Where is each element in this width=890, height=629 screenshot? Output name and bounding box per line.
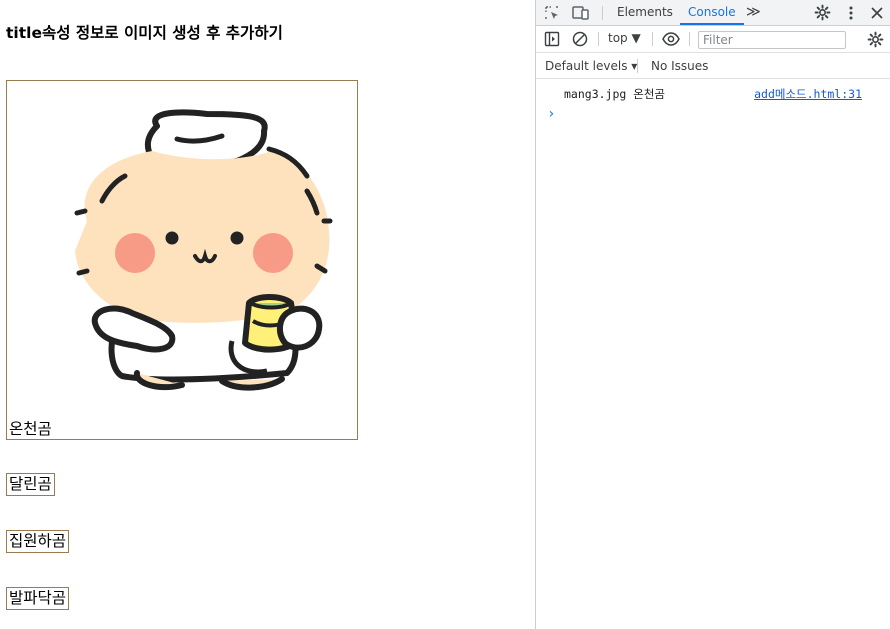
device-toggle-icon[interactable] — [572, 5, 589, 21]
levels-separator — [637, 59, 638, 73]
devtools-tabbar: Elements Console ≫ — [536, 0, 890, 26]
bear-illustration — [74, 109, 333, 391]
clear-console-icon[interactable] — [572, 31, 588, 47]
console-levels-bar: Default levels ▾ No Issues — [536, 53, 890, 79]
kebab-menu-icon[interactable] — [843, 5, 859, 21]
console-toolbar: top ▼ — [536, 26, 890, 53]
page-viewport: title속성 정보로 이미지 생성 후 추가하기 온천곰 달린곰 집원하곰 발… — [0, 0, 535, 629]
page-heading: title속성 정보로 이미지 생성 후 추가하기 — [6, 24, 283, 42]
bear-name-box-3: 발파닥곰 — [6, 587, 70, 610]
image-alt-caption: 온천곰 — [9, 420, 52, 438]
sidebar-toggle-icon[interactable] — [544, 31, 560, 47]
tab-elements[interactable]: Elements — [617, 0, 673, 25]
issues-indicator[interactable]: No Issues — [651, 59, 708, 73]
console-settings-icon[interactable] — [867, 31, 884, 48]
console-message-text: mang3.jpg 온천곰 — [564, 87, 665, 101]
context-selector[interactable]: top ▼ — [608, 31, 641, 45]
toolbar-separator — [598, 32, 599, 46]
close-icon[interactable] — [869, 5, 885, 21]
console-message-source-link[interactable]: add메소드.html:31 — [754, 86, 862, 102]
console-prompt[interactable]: › — [547, 106, 555, 122]
console-message-row: mang3.jpg 온천곰 add메소드.html:31 — [536, 80, 890, 104]
more-tabs-button[interactable]: ≫ — [746, 0, 761, 25]
tabbar-separator — [602, 6, 603, 20]
tab-console[interactable]: Console — [680, 0, 744, 25]
eye-icon[interactable] — [662, 31, 680, 47]
settings-gear-icon[interactable] — [814, 4, 831, 21]
toolbar-separator — [652, 32, 653, 46]
default-levels-dropdown[interactable]: Default levels ▾ — [545, 59, 637, 73]
bear-name-box-2: 집원하곰 — [6, 530, 70, 553]
inspect-icon[interactable] — [544, 5, 560, 21]
image-container: 온천곰 — [6, 80, 358, 440]
bear-name-box-1: 달린곰 — [6, 473, 55, 496]
devtools-panel: Elements Console ≫ top ▼ Defaul — [535, 0, 890, 629]
filter-input[interactable] — [698, 31, 846, 49]
toolbar-separator — [689, 32, 690, 46]
